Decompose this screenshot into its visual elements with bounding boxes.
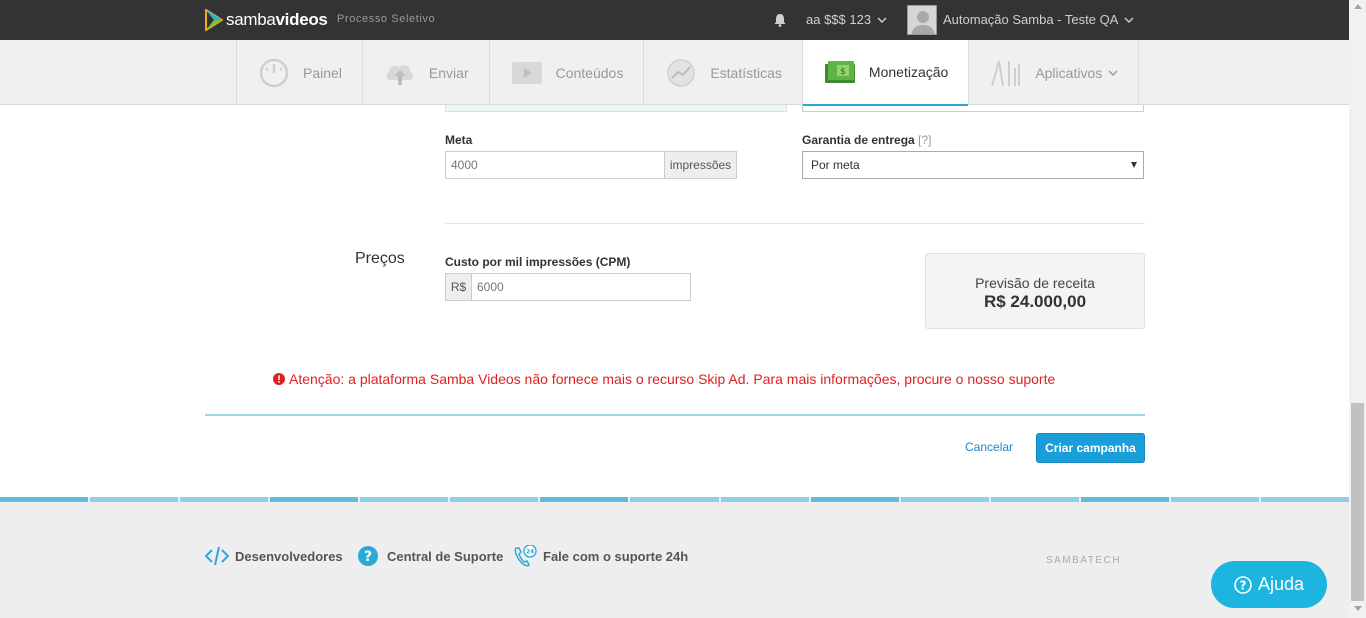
currency-prefix: R$ xyxy=(445,273,472,301)
user-menu[interactable]: Automação Samba - Teste QA xyxy=(943,12,1134,27)
nav-label: Conteúdos xyxy=(555,64,624,81)
revenue-label: Previsão de receita xyxy=(975,275,1095,291)
section-divider xyxy=(445,223,1145,224)
cpm-input[interactable]: 6000 xyxy=(471,273,691,301)
support-24h-label: Fale com o suporte 24h xyxy=(543,548,689,564)
garantia-selected-value: Por meta xyxy=(811,158,860,172)
scrollbar-thumb[interactable] xyxy=(1351,403,1364,601)
bell-icon[interactable] xyxy=(773,13,787,27)
meta-unit-addon: impressões xyxy=(664,151,737,179)
section-title-precos: Preços xyxy=(355,250,405,267)
nav-label: Enviar xyxy=(428,64,469,81)
nav-item-enviar[interactable]: Enviar xyxy=(361,40,489,105)
code-icon xyxy=(205,546,229,566)
phone-24h-icon: 24 xyxy=(514,545,537,567)
support-center-link[interactable]: ? Central de Suporte xyxy=(357,545,503,567)
account-selector[interactable]: aa $$$ 123 xyxy=(806,12,887,27)
meta-input[interactable]: 4000 xyxy=(445,151,666,179)
support-24h-link[interactable]: 24 Fale com o suporte 24h xyxy=(513,545,688,567)
nav-item-estatisticas[interactable]: Estatísticas xyxy=(643,40,802,105)
chevron-down-icon xyxy=(877,17,887,23)
scroll-up-arrow[interactable] xyxy=(1354,4,1362,9)
film-folder-icon xyxy=(511,61,542,84)
create-campaign-button[interactable]: Criar campanha xyxy=(1036,433,1145,463)
samba-videos-logo[interactable]: sambavideos xyxy=(205,8,328,32)
chevron-down-icon xyxy=(1124,17,1134,23)
nav-label: Monetização xyxy=(868,64,949,80)
help-hint-link[interactable]: [?] xyxy=(918,133,931,147)
apps-icon xyxy=(991,60,1021,86)
scroll-down-arrow[interactable] xyxy=(1354,606,1362,611)
user-name: Automação Samba - Teste QA xyxy=(943,12,1119,27)
previous-field-right[interactable] xyxy=(802,105,1144,112)
nav-label: Painel xyxy=(303,64,342,81)
chevron-down-icon xyxy=(1108,70,1118,76)
revenue-forecast-box: Previsão de receita R$ 24.000,00 xyxy=(925,253,1145,329)
cancel-button[interactable]: Cancelar xyxy=(965,440,1013,454)
nav-item-painel[interactable]: Painel xyxy=(236,40,362,105)
developers-label: Desenvolvedores xyxy=(235,548,343,564)
form-footer-divider xyxy=(205,414,1145,416)
nav-item-aplicativos[interactable]: Aplicativos xyxy=(968,40,1140,105)
support-center-label: Central de Suporte xyxy=(387,548,504,564)
top-bar: sambavideos Processo Seletivo aa $$$ 123… xyxy=(0,0,1349,40)
account-name: aa $$$ 123 xyxy=(806,12,872,27)
cloud-upload-icon xyxy=(386,64,414,85)
revenue-value: R$ 24.000,00 xyxy=(983,292,1087,311)
meta-value: 4000 xyxy=(451,158,478,172)
svg-text:?: ? xyxy=(1239,578,1246,592)
skip-ad-warning: Atenção: a plataforma Samba Videos não f… xyxy=(273,371,1055,387)
warning-text: Atenção: a plataforma Samba Videos não f… xyxy=(289,371,1056,387)
cpm-value: 6000 xyxy=(477,280,504,294)
help-label: Ajuda xyxy=(1257,574,1305,594)
gauge-icon xyxy=(259,58,289,87)
exclamation-circle-icon xyxy=(273,373,285,385)
nav-item-monetizacao[interactable]: $ Monetização xyxy=(801,40,969,106)
user-silhouette-icon xyxy=(908,6,936,34)
chart-circle-icon xyxy=(667,58,696,87)
cpm-label: Custo por mil impressões (CPM) xyxy=(445,255,631,269)
sambatech-logo: SAMBATECH xyxy=(1046,555,1121,566)
nav-label: Estatísticas xyxy=(710,64,782,81)
logo-text: sambavideos xyxy=(226,10,328,29)
garantia-label: Garantia de entrega [?] xyxy=(802,133,932,147)
avatar[interactable] xyxy=(907,5,937,35)
question-circle-icon: ? xyxy=(358,546,378,566)
footer-stripe xyxy=(0,497,1349,502)
nav-label: Aplicativos xyxy=(1035,64,1103,81)
question-circle-icon: ? xyxy=(1234,575,1252,594)
svg-text:$: $ xyxy=(840,67,846,77)
svg-text:24: 24 xyxy=(526,549,534,556)
help-button[interactable]: ? Ajuda xyxy=(1211,561,1327,608)
money-icon: $ xyxy=(824,61,855,83)
main-nav: Painel Enviar Conteúdos Estatísticas $ M… xyxy=(0,40,1349,106)
svg-text:?: ? xyxy=(364,549,372,565)
caret-down-icon xyxy=(1131,162,1137,168)
developers-link[interactable]: Desenvolvedores xyxy=(205,545,343,567)
play-logo-icon xyxy=(205,9,223,31)
garantia-select[interactable]: Por meta xyxy=(802,151,1144,179)
app-subtitle: Processo Seletivo xyxy=(337,13,436,25)
meta-label: Meta xyxy=(445,133,473,147)
nav-item-conteudos[interactable]: Conteúdos xyxy=(488,40,644,105)
previous-field-left[interactable] xyxy=(445,105,787,112)
